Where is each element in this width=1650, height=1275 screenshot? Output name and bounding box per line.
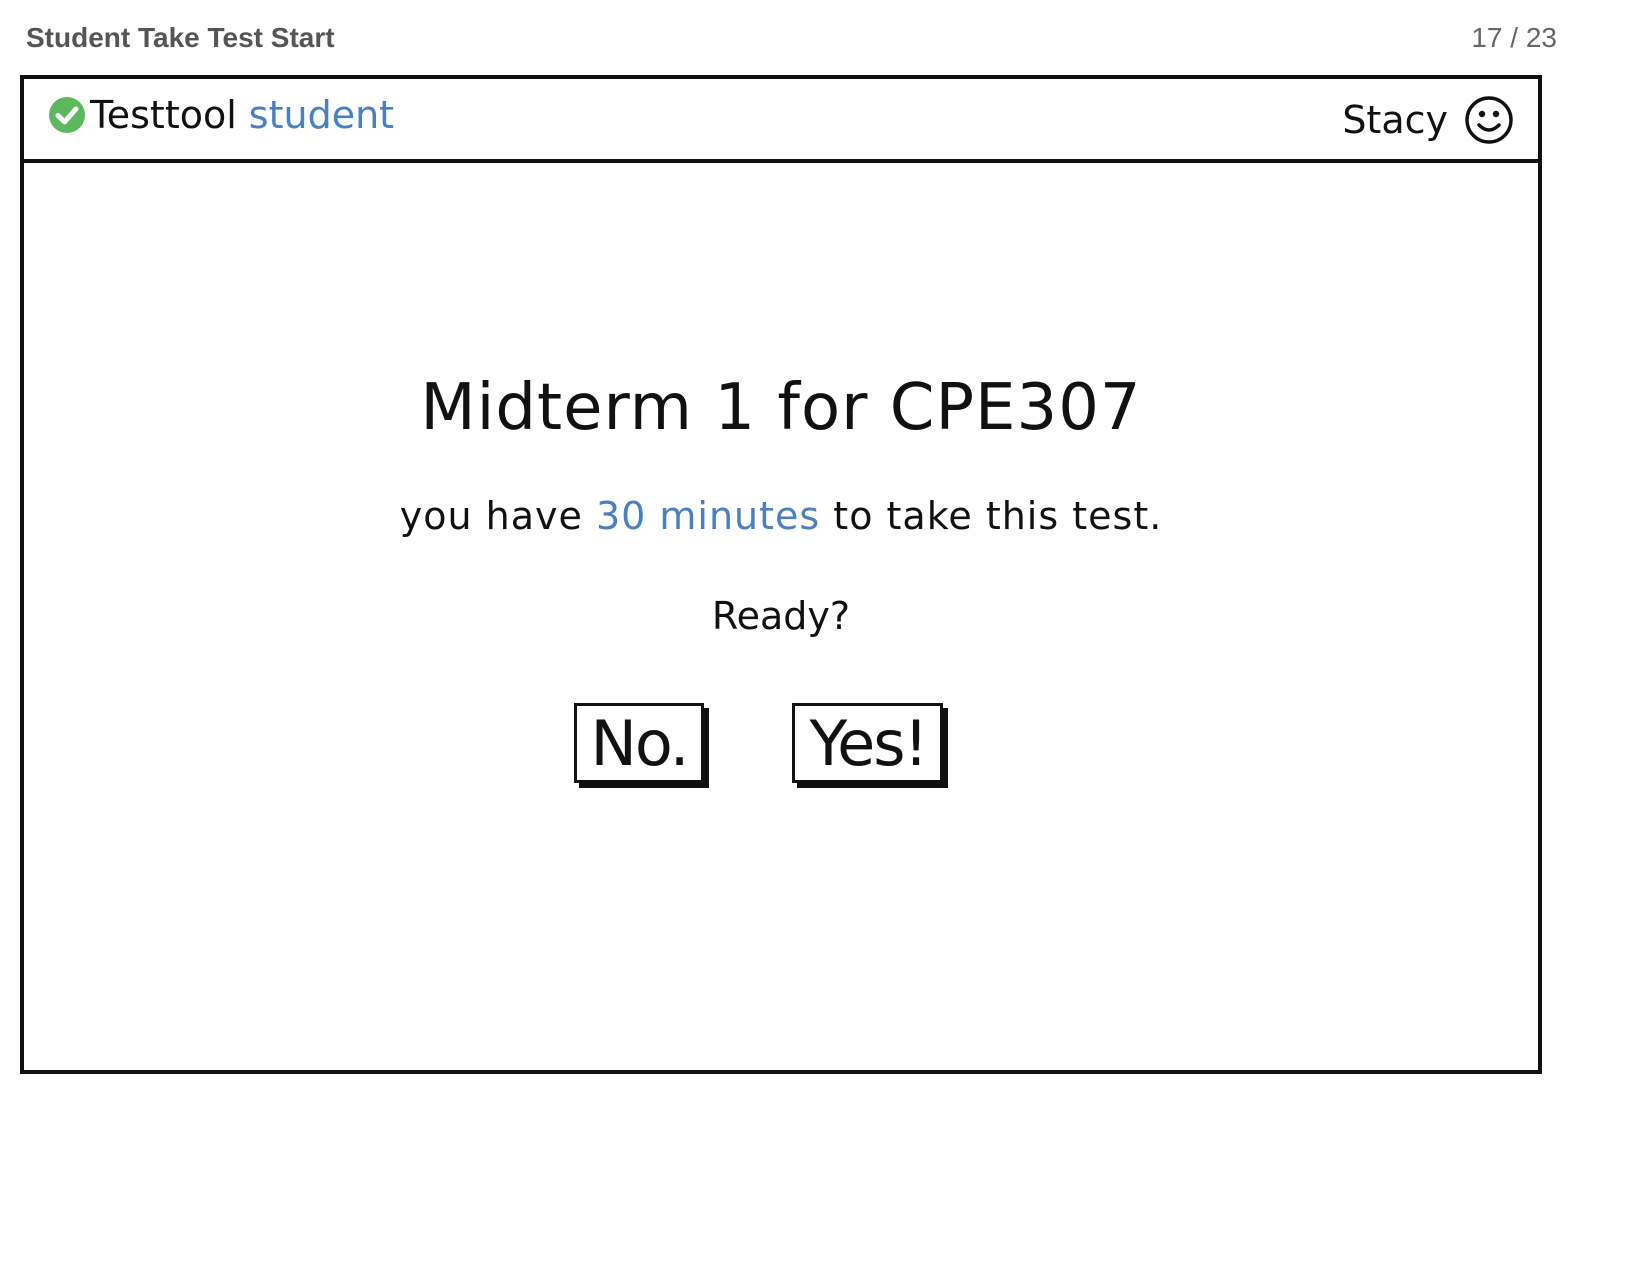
brand-logo[interactable]: Testtool student (48, 93, 394, 137)
test-title: Midterm 1 for CPE307 (420, 371, 1142, 445)
brand-name: Testtool (90, 93, 237, 137)
user-name: Stacy (1342, 98, 1448, 142)
time-value: 30 minutes (595, 494, 821, 538)
smiley-icon (1464, 95, 1514, 145)
time-prefix: you have (399, 494, 583, 538)
button-row: No. Yes! (24, 703, 1538, 783)
brand-role: student (248, 93, 395, 137)
app-header: Testtool student Stacy (24, 79, 1538, 163)
user-menu[interactable]: Stacy (1342, 95, 1514, 145)
time-suffix: to take this test. (833, 494, 1163, 538)
ready-prompt: Ready? (711, 594, 851, 638)
page-title: Student Take Test Start (26, 22, 335, 53)
page-counter: 17 / 23 (1471, 22, 1557, 53)
main-content: Midterm 1 for CPE307 you have 30 minutes… (24, 163, 1538, 1070)
no-button[interactable]: No. (573, 703, 705, 783)
check-circle-icon (48, 96, 86, 134)
time-notice: you have 30 minutes to take this test. (24, 491, 1538, 541)
app-window: Testtool student Stacy Midterm 1 for CPE… (20, 75, 1542, 1074)
yes-button[interactable]: Yes! (792, 703, 944, 783)
